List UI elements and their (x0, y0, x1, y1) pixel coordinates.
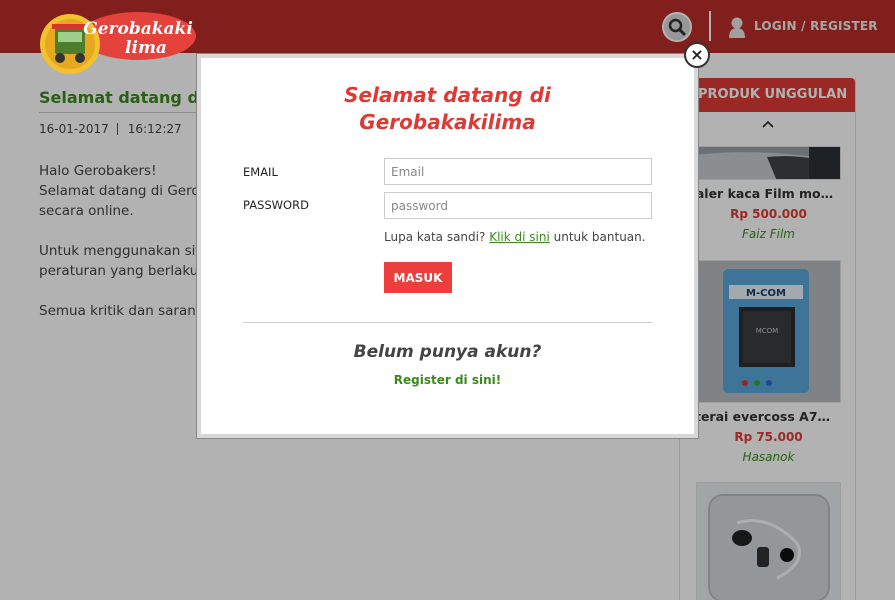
password-field[interactable] (384, 192, 652, 219)
forgot-prefix: Lupa kata sandi? (384, 230, 486, 244)
password-label: PASSWORD (243, 198, 309, 212)
svg-text:lima: lima (125, 38, 167, 58)
email-field[interactable] (384, 158, 652, 185)
forgot-suffix: untuk bantuan. (553, 230, 646, 244)
forgot-password-text: Lupa kata sandi? Klik di sini untuk bant… (384, 230, 646, 244)
login-modal: Selamat datang di Gerobakakilima EMAIL P… (197, 54, 698, 438)
no-account-heading: Belum punya akun? (353, 342, 542, 362)
register-link[interactable]: Register di sini! (201, 373, 694, 387)
forgot-password-link[interactable]: Klik di sini (489, 230, 550, 244)
modal-title-line-1: Selamat datang di (344, 83, 551, 107)
modal-divider (243, 322, 652, 323)
logo-text: Gerobakaki (83, 19, 193, 39)
close-icon[interactable]: × (684, 42, 710, 68)
email-label: EMAIL (243, 165, 278, 179)
modal-title-line-2: Gerobakakilima (359, 110, 536, 134)
site-logo[interactable]: Gerobakaki lima (38, 6, 198, 76)
modal-title: Selamat datang di Gerobakakilima (201, 82, 694, 136)
login-submit-button[interactable]: MASUK (384, 262, 452, 293)
